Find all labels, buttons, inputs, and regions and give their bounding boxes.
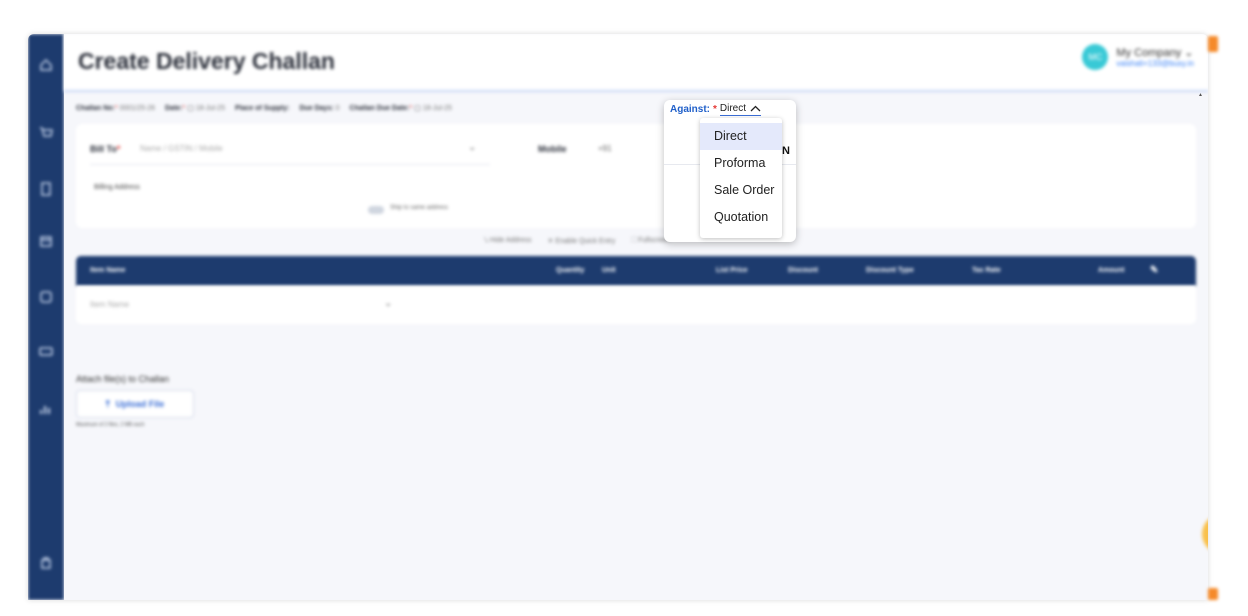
col-discount: Discount (788, 267, 818, 274)
top-bar: Create Delivery Challan MC My Company ⌄ … (64, 34, 1208, 92)
mobile-input[interactable]: +91 (598, 144, 612, 153)
against-field[interactable]: Against: * Direct (670, 102, 762, 116)
chart-icon[interactable] (36, 400, 56, 418)
logout-icon[interactable] (36, 554, 56, 572)
challan-meta-row: Challan No:* 0001/25-26 Date:* ▢ 18-Jul-… (76, 104, 452, 113)
chevron-down-icon: ⌄ (1184, 47, 1194, 59)
billing-address-label: Billing Address (94, 184, 140, 191)
bill-to-card: Bill To* Name / GSTIN / Mobile ⌄ Mobile … (76, 124, 1196, 228)
avatar: MC (1082, 44, 1109, 70)
calendar-icon[interactable]: ▢ (187, 105, 194, 112)
option-direct[interactable]: Direct (700, 123, 782, 150)
side-tab-top[interactable] (1208, 36, 1218, 52)
against-select[interactable]: Direct (719, 102, 762, 116)
col-quantity: Quantity (556, 267, 585, 274)
col-discount-type: Discount Type (866, 267, 914, 274)
challan-no-label: Challan No: (76, 104, 115, 112)
help-button[interactable] (1202, 514, 1208, 554)
hide-address-link[interactable]: ⤥ Hide Address (484, 237, 532, 245)
option-sale-order[interactable]: Sale Order (700, 177, 782, 204)
edit-columns-icon[interactable]: ✎ (1150, 265, 1158, 276)
challan-no-value[interactable]: 0001/25-26 (120, 105, 155, 112)
form-actions-row: ⤥ Hide Address ✕ Enable Quick Entry ⛶ Fu… (484, 237, 670, 245)
item-name-input[interactable]: Item Name (90, 300, 129, 309)
items-table-header: Item Name Quantity Unit List Price Disco… (76, 256, 1196, 286)
sidebar (28, 34, 64, 600)
payment-icon[interactable] (36, 342, 56, 360)
upload-file-button[interactable]: ⤒ Upload File (76, 390, 194, 418)
cart-icon[interactable] (36, 124, 56, 142)
main-content: Create Delivery Challan MC My Company ⌄ … (64, 34, 1208, 600)
col-unit: Unit (602, 267, 616, 274)
upload-label: Upload File (115, 399, 165, 409)
side-tab-bottom[interactable] (1208, 588, 1218, 600)
date-label: Date: (165, 105, 183, 112)
against-label: Against: (670, 103, 710, 115)
mobile-label: Mobile (538, 144, 567, 154)
report-icon[interactable] (36, 288, 56, 306)
page-title: Create Delivery Challan (78, 48, 335, 74)
scroll-up-arrow[interactable]: ▲ (1198, 92, 1203, 98)
company-switcher[interactable]: MC My Company ⌄ vaishali+133@busy.in (1082, 44, 1194, 70)
quick-entry-link[interactable]: ✕ Enable Quick Entry (548, 237, 616, 245)
due-date-value[interactable]: 18-Jul-25 (423, 105, 452, 112)
company-email: vaishali+133@busy.in (1116, 59, 1194, 68)
option-quotation[interactable]: Quotation (700, 204, 782, 231)
due-days-label: Due Days: (299, 104, 334, 112)
ship-same-label: Ship to same address (390, 205, 449, 211)
option-proforma[interactable]: Proforma (700, 150, 782, 177)
bill-to-label: Bill To* (90, 144, 121, 154)
chevron-up-icon (750, 105, 761, 111)
col-amount: Amount (1098, 267, 1125, 274)
home-icon[interactable] (36, 56, 56, 74)
bill-to-input[interactable]: Name / GSTIN / Mobile (140, 144, 223, 153)
due-date-label: Challan Due Date: (349, 105, 410, 112)
calendar-icon[interactable]: ▢ (414, 105, 421, 112)
against-options-list: Direct Proforma Sale Order Quotation (700, 118, 782, 238)
attach-title: Attach file(s) to Challan (76, 374, 170, 384)
ship-same-toggle[interactable] (368, 206, 384, 214)
required-mark: * (713, 103, 717, 115)
chevron-down-icon[interactable]: ⌄ (384, 298, 392, 309)
app-window: Create Delivery Challan MC My Company ⌄ … (28, 34, 1208, 600)
document-icon[interactable] (36, 180, 56, 198)
col-tax-rate: Tax Rate (972, 267, 1001, 274)
box-icon[interactable] (36, 232, 56, 250)
due-days-value[interactable]: 0 (336, 105, 340, 112)
against-selected-value: Direct (719, 102, 747, 114)
company-name: My Company ⌄ (1116, 47, 1194, 59)
divider (90, 164, 490, 165)
partial-heading: N (782, 145, 790, 157)
col-list-price: List Price (716, 267, 748, 274)
chevron-down-icon[interactable]: ⌄ (468, 142, 476, 153)
date-value[interactable]: 18-Jul-25 (196, 105, 225, 112)
place-of-supply-label[interactable]: Place of Supply: (235, 105, 289, 112)
upload-icon: ⤒ (105, 398, 110, 409)
upload-hint: Maximum of 2 files, 2 MB each (76, 422, 145, 428)
col-item-name: Item Name (90, 267, 126, 274)
table-row: Item Name ⌄ (76, 286, 1196, 324)
